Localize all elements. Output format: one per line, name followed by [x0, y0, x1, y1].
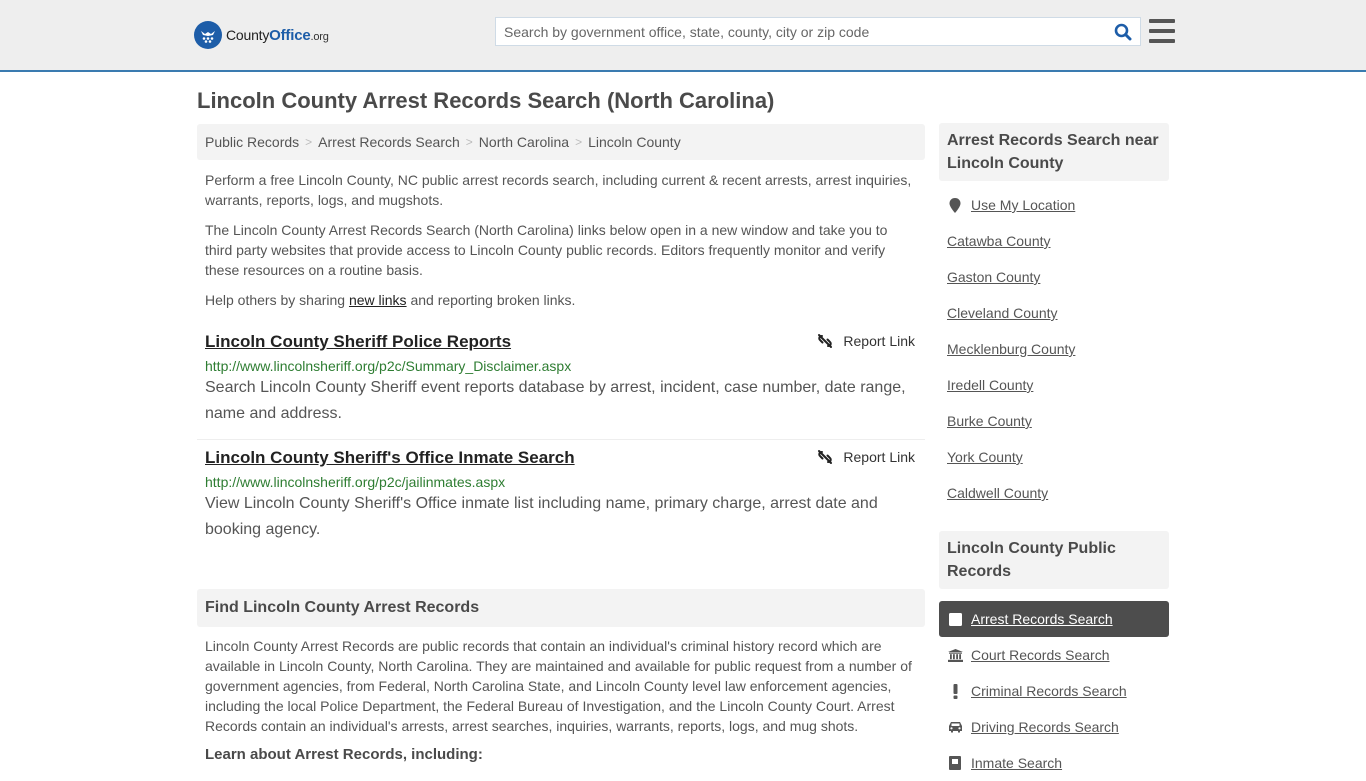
intro-paragraph-1: Perform a free Lincoln County, NC public… [205, 172, 912, 208]
logo-text-brand: Office [269, 26, 311, 44]
nearby-county-item[interactable]: York County [939, 439, 1169, 475]
nearby-county-link[interactable]: York County [947, 449, 1023, 465]
intro-text: Help others by sharing [205, 292, 349, 308]
broken-link-icon [818, 334, 833, 348]
breadcrumb-north-carolina[interactable]: North Carolina [479, 134, 569, 150]
sidebar-item-arrest-records[interactable]: Arrest Records Search [939, 601, 1169, 637]
result-title-link[interactable]: Lincoln County Sheriff Police Reports [205, 332, 511, 352]
nearby-county-item[interactable]: Catawba County [939, 223, 1169, 259]
breadcrumb-separator: > [575, 135, 583, 149]
use-my-location-item[interactable]: Use My Location [939, 187, 1169, 223]
use-my-location-link[interactable]: Use My Location [971, 197, 1075, 213]
result-item: Lincoln County Sheriff Police Reports Re… [197, 324, 925, 440]
nearby-county-link[interactable]: Iredell County [947, 377, 1033, 393]
breadcrumb: Public Records > Arrest Records Search >… [197, 124, 925, 160]
breadcrumb-separator: > [305, 135, 313, 149]
nearby-county-item[interactable]: Caldwell County [939, 475, 1169, 511]
menu-bar [1149, 19, 1175, 23]
logo-text-main: County [226, 26, 270, 43]
result-item: Lincoln County Sheriff's Office Inmate S… [197, 440, 925, 555]
broken-link-icon [818, 450, 833, 464]
menu-bar [1149, 39, 1175, 43]
breadcrumb-arrest-records-search[interactable]: Arrest Records Search [318, 134, 460, 150]
report-link-label: Report Link [843, 333, 915, 349]
sidebar-link-driving-records[interactable]: Driving Records Search [971, 719, 1119, 735]
exclamation-icon [947, 683, 963, 699]
sidebar-item-criminal-records[interactable]: Criminal Records Search [939, 673, 1169, 709]
sidebar-item-court-records[interactable]: Court Records Search [939, 637, 1169, 673]
find-section-heading: Find Lincoln County Arrest Records [197, 589, 925, 627]
site-logo[interactable]: CountyOffice.org [194, 21, 329, 49]
search-button[interactable] [1106, 18, 1140, 45]
learn-heading: Learn about Arrest Records, including: [205, 746, 483, 763]
search-icon [1114, 23, 1132, 40]
intro-paragraph-2: The Lincoln County Arrest Records Search… [205, 222, 888, 278]
breadcrumb-separator: > [465, 135, 473, 149]
find-section-body: Lincoln County Arrest Records are public… [205, 638, 912, 734]
sidebar-link-inmate-search[interactable]: Inmate Search [971, 755, 1062, 771]
search-bar [495, 17, 1141, 46]
report-link-button[interactable]: Report Link [817, 449, 915, 465]
result-description: View Lincoln County Sheriff's Office inm… [205, 495, 878, 538]
map-marker-icon [947, 197, 963, 213]
result-url: http://www.lincolnsheriff.org/p2c/Summar… [205, 358, 572, 374]
result-description: Search Lincoln County Sheriff event repo… [205, 379, 906, 422]
nearby-county-item[interactable]: Gaston County [939, 259, 1169, 295]
public-records-list: Arrest Records Search Court Records Sear… [939, 601, 1169, 781]
logo-text-tld: .org [310, 30, 329, 43]
square-icon [947, 612, 963, 626]
new-links-link[interactable]: new links [349, 292, 407, 308]
sidebar-link-court-records[interactable]: Court Records Search [971, 647, 1110, 663]
car-icon [947, 721, 963, 733]
menu-bar [1149, 29, 1175, 33]
page-title: Lincoln County Arrest Records Search (No… [197, 88, 775, 113]
report-link-button[interactable]: Report Link [817, 333, 915, 349]
sidebar-item-driving-records[interactable]: Driving Records Search [939, 709, 1169, 745]
search-input[interactable] [496, 18, 1106, 45]
nearby-county-link[interactable]: Burke County [947, 413, 1032, 429]
sidebar: Arrest Records Search near Lincoln Count… [939, 123, 1169, 781]
breadcrumb-lincoln-county[interactable]: Lincoln County [588, 134, 681, 150]
breadcrumb-public-records[interactable]: Public Records [205, 134, 299, 150]
site-header: CountyOffice.org [0, 0, 1366, 72]
nearby-county-item[interactable]: Burke County [939, 403, 1169, 439]
nearby-county-link[interactable]: Cleveland County [947, 305, 1058, 321]
nearby-list: Use My Location Catawba County Gaston Co… [939, 187, 1169, 511]
result-title-link[interactable]: Lincoln County Sheriff's Office Inmate S… [205, 448, 575, 468]
hamburger-menu-button[interactable] [1149, 19, 1175, 43]
main-content: Public Records > Arrest Records Search >… [197, 124, 925, 763]
intro-paragraph-3: Help others by sharing new links and rep… [205, 290, 917, 310]
logo-text: CountyOffice.org [226, 27, 329, 44]
nearby-county-item[interactable]: Cleveland County [939, 295, 1169, 331]
nearby-county-link[interactable]: Catawba County [947, 233, 1051, 249]
intro-text: and reporting broken links. [406, 292, 576, 308]
result-url: http://www.lincolnsheriff.org/p2c/jailin… [205, 474, 506, 490]
sidebar-link-criminal-records[interactable]: Criminal Records Search [971, 683, 1127, 699]
sidebar-link-arrest-records[interactable]: Arrest Records Search [971, 611, 1113, 627]
eagle-stars-icon [194, 21, 222, 49]
sidebar-item-inmate-search[interactable]: Inmate Search [939, 745, 1169, 781]
nearby-heading: Arrest Records Search near Lincoln Count… [939, 123, 1169, 181]
report-link-label: Report Link [843, 449, 915, 465]
nearby-county-item[interactable]: Iredell County [939, 367, 1169, 403]
nearby-county-item[interactable]: Mecklenburg County [939, 331, 1169, 367]
nearby-county-link[interactable]: Caldwell County [947, 485, 1048, 501]
nearby-county-link[interactable]: Gaston County [947, 269, 1040, 285]
courthouse-icon [947, 648, 963, 662]
nearby-county-link[interactable]: Mecklenburg County [947, 341, 1075, 357]
public-records-heading: Lincoln County Public Records [939, 531, 1169, 589]
intro-section: Perform a free Lincoln County, NC public… [197, 170, 925, 310]
